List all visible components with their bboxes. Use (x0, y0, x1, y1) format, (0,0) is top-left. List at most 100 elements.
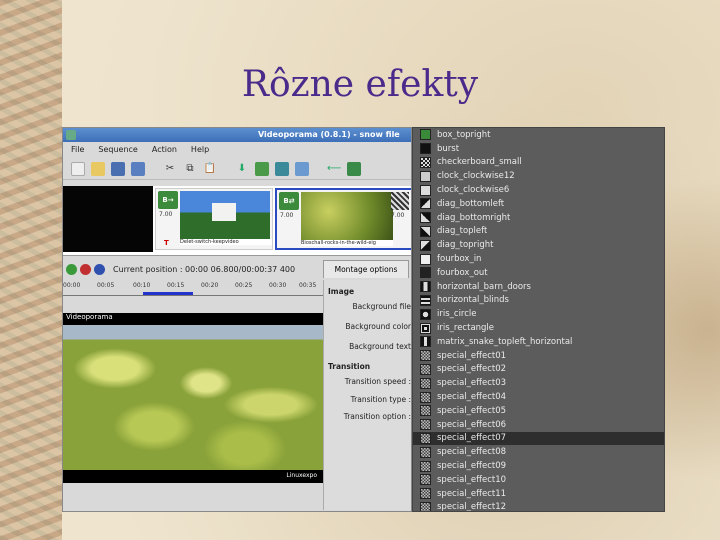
transition-option-item[interactable]: special_effect02 (413, 363, 664, 377)
ruler-tick: 00:20 (201, 282, 219, 289)
redo-icon[interactable] (347, 161, 361, 176)
transition-option-item[interactable]: matrix_snake_topleft_horizontal (413, 335, 664, 349)
tab-montage-options[interactable]: Montage options (323, 260, 409, 278)
transition-option-item[interactable]: iris_rectangle (413, 321, 664, 335)
new-file-icon[interactable] (71, 161, 85, 176)
transition-option-label: iris_rectangle (437, 323, 495, 334)
transition-option-item[interactable]: box_topright (413, 128, 664, 142)
paste-icon[interactable]: 📋 (203, 162, 217, 176)
transition-option-label: special_effect04 (437, 392, 507, 403)
transition-option-item[interactable]: special_effect01 (413, 349, 664, 363)
transition-option-label: special_effect02 (437, 364, 507, 375)
transition-option-item[interactable]: diag_topleft (413, 225, 664, 239)
play-button[interactable] (66, 263, 77, 275)
transition-preview-icon (391, 192, 409, 210)
background-text-label[interactable]: Background text (349, 342, 411, 351)
menu-help[interactable]: Help (191, 142, 209, 158)
transition-preview-icon (420, 391, 431, 403)
transition-icon[interactable]: B⇄ (279, 192, 299, 210)
cut-icon[interactable]: ✂ (163, 162, 177, 176)
transition-preview-icon (420, 405, 431, 417)
transition-option-item[interactable]: diag_topright (413, 238, 664, 252)
copy-icon[interactable]: ⧉ (183, 162, 197, 176)
transition-option-item[interactable]: horizontal_barn_doors (413, 280, 664, 294)
timeline-clip-selected[interactable]: B⇄ 7.00 Bioschall-rocks-in-the-wild-eig … (275, 188, 411, 250)
transition-option-label: horizontal_blinds (437, 295, 509, 306)
transition-option-label: clock_clockwise12 (437, 171, 515, 182)
transition-type-dropdown[interactable]: box_topright burst checkerboard_small clock… (412, 127, 665, 512)
transition-option-label: horizontal_barn_doors (437, 281, 531, 292)
clip-duration: 7.00 (280, 212, 294, 219)
transition-option-item[interactable]: diag_bottomright (413, 211, 664, 225)
background-file-label[interactable]: Background file (352, 302, 411, 311)
record-button[interactable] (94, 263, 105, 275)
transition-option-label: special_effect03 (437, 378, 507, 389)
transition-icon[interactable]: B→ (158, 191, 178, 209)
transition-option-item[interactable]: special_effect12 (413, 501, 664, 511)
transition-option-item[interactable]: special_effect09 (413, 459, 664, 473)
timeline-clip[interactable]: B→ 7.00 Delet-switch-keepvideo T (155, 188, 273, 250)
insert-image-icon[interactable]: ⬇ (235, 162, 249, 176)
menu-sequence[interactable]: Sequence (98, 142, 137, 158)
transition-option-item[interactable]: special_effect10 (413, 473, 664, 487)
transition-option-label[interactable]: Transition option : (344, 412, 411, 421)
save-icon[interactable] (111, 161, 125, 176)
transition-option-item[interactable]: burst (413, 142, 664, 156)
add-text-icon[interactable] (275, 161, 289, 176)
transition-option-label: special_effect05 (437, 405, 507, 416)
transition-option-item[interactable]: special_effect11 (413, 487, 664, 501)
time-ruler: 00:00 00:05 00:10 00:15 00:20 00:25 00:3… (63, 280, 323, 296)
ruler-tick: 00:00 (63, 282, 81, 289)
transition-option-item[interactable]: iris_circle (413, 307, 664, 321)
transition-option-label: iris_circle (437, 309, 477, 320)
transition-option-item[interactable]: clock_clockwise12 (413, 169, 664, 183)
transition-option-label: special_effect07 (437, 433, 507, 444)
transition-option-item[interactable]: diag_bottomleft (413, 197, 664, 211)
transition-option-item[interactable]: special_effect04 (413, 390, 664, 404)
undo-icon[interactable]: ⟵ (327, 162, 341, 176)
transition-option-item[interactable]: special_effect08 (413, 445, 664, 459)
current-position-text: Current position : 00:00 06.800/00:00:37… (113, 264, 296, 274)
background-color-label[interactable]: Background color (345, 322, 411, 331)
timeline-strip: B→ 7.00 Delet-switch-keepvideo T B⇄ 7.00… (63, 186, 411, 256)
transition-option-item[interactable]: horizontal_blinds (413, 294, 664, 308)
transition-preview-icon (420, 488, 431, 500)
transition-preview-icon (420, 501, 431, 511)
transition-option-label: special_effect11 (437, 488, 507, 499)
transition-section-header: Transition (328, 362, 371, 371)
transition-option-item[interactable]: special_effect07 (413, 431, 664, 446)
transition-option-item[interactable]: fourbox_out (413, 266, 664, 280)
menu-file[interactable]: File (71, 142, 84, 158)
add-image-icon[interactable] (255, 161, 269, 176)
import-icon[interactable] (295, 161, 309, 176)
transition-option-item[interactable]: checkerboard_small (413, 156, 664, 170)
transition-option-item[interactable]: fourbox_in (413, 252, 664, 266)
position-row: Current position : 00:00 06.800/00:00:37… (63, 258, 411, 280)
menu-action[interactable]: Action (152, 142, 177, 158)
transition-option-label: clock_clockwise6 (437, 185, 510, 196)
window-titlebar: Videoporama (0.8.1) - snow file (63, 128, 411, 142)
playhead-range-bar[interactable] (143, 292, 193, 295)
slide-title: Rôzne efekty (241, 64, 479, 105)
transition-preview-icon (420, 281, 431, 293)
transition-option-item[interactable]: special_effect06 (413, 418, 664, 432)
transition-preview-icon (420, 253, 431, 265)
transition-option-item[interactable]: special_effect03 (413, 376, 664, 390)
transition-preview-icon (420, 239, 431, 251)
transition-option-label: special_effect08 (437, 447, 507, 458)
transition-speed-label[interactable]: Transition speed : (345, 377, 411, 386)
transition-option-label: diag_bottomright (437, 212, 511, 223)
transition-option-item[interactable]: special_effect05 (413, 404, 664, 418)
save-as-icon[interactable] (131, 161, 145, 176)
timeline-empty-area (63, 186, 153, 252)
clip-duration: 7.00 (159, 211, 173, 218)
transition-preview-icon (420, 212, 431, 224)
transition-option-item[interactable]: clock_clockwise6 (413, 183, 664, 197)
window-title: Videoporama (0.8.1) - snow file (258, 130, 400, 139)
ruler-tick: 00:10 (133, 282, 151, 289)
open-folder-icon[interactable] (91, 161, 105, 176)
transition-type-label[interactable]: Transition type : (351, 395, 411, 404)
stop-button[interactable] (80, 263, 91, 275)
preview-bottom-area (63, 483, 323, 511)
decorative-right-pattern (662, 120, 720, 540)
